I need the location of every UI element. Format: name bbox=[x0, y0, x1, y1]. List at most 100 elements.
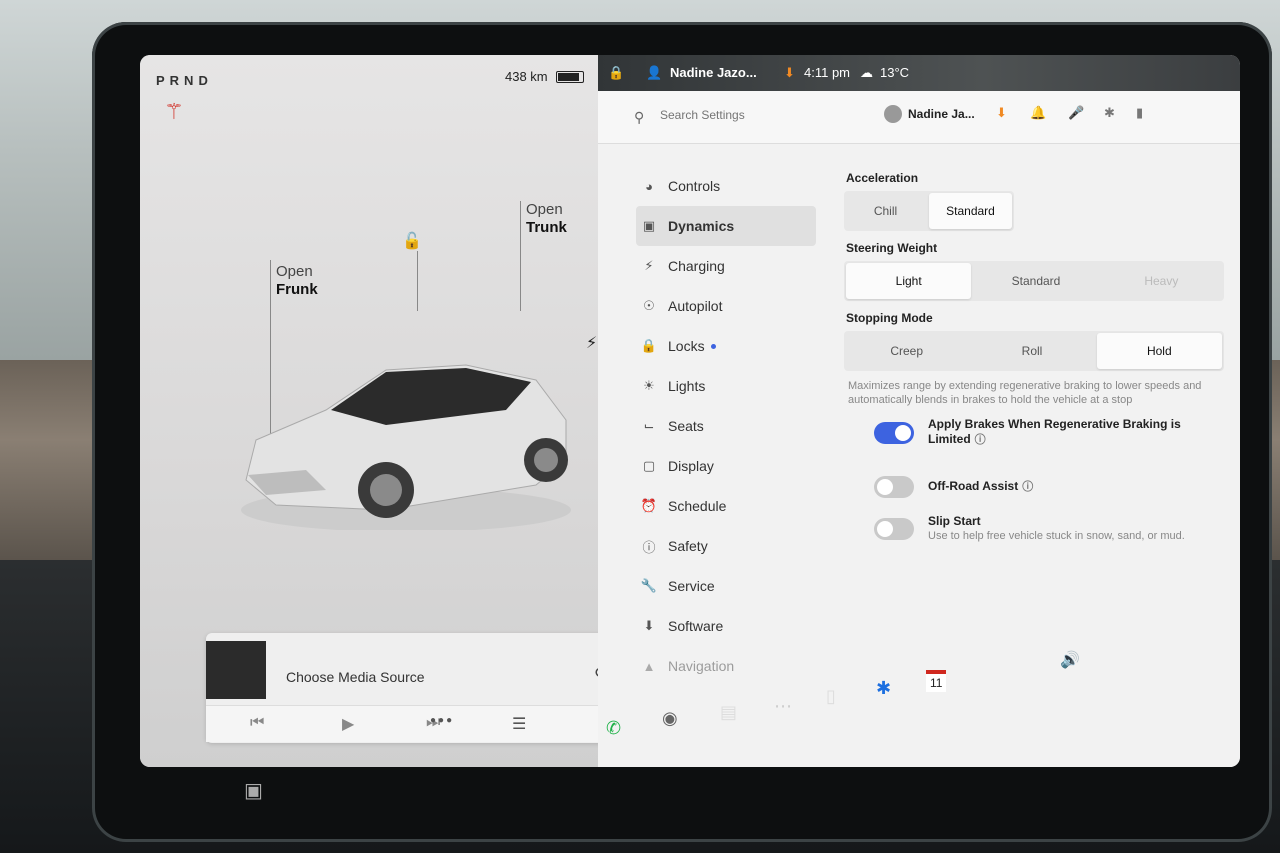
steering-option-standard[interactable]: Standard bbox=[973, 261, 1098, 301]
open-trunk-button[interactable]: Open Trunk bbox=[526, 201, 567, 237]
menu-item-controls[interactable]: ◕ Controls bbox=[636, 166, 816, 206]
menu-item-service[interactable]: 🔧 Service bbox=[636, 566, 816, 606]
unlock-icon[interactable]: 🔓 bbox=[402, 231, 422, 251]
settings-menu: ◕ Controls ▣ Dynamics ⚡ Charging ☉ Autopilot… bbox=[636, 166, 816, 686]
stopping-mode-title: Stopping Mode bbox=[846, 311, 933, 325]
calendar-icon[interactable]: 11 bbox=[926, 670, 947, 692]
acceleration-title: Acceleration bbox=[846, 171, 919, 185]
gear-indicator: PRND bbox=[156, 73, 213, 88]
menu-item-lights[interactable]: ☀ Lights bbox=[636, 366, 816, 406]
settings-header: ⚲ Nadine Ja... ⬇ 🔔 🎤 ✱ ▮ bbox=[598, 91, 1240, 144]
menu-label: Service bbox=[668, 578, 715, 594]
car-icon[interactable]: ▣ bbox=[244, 778, 263, 803]
steering-weight-selector: Light Standard Heavy bbox=[844, 261, 1224, 301]
off-road-assist-row: Off-Road Assist ⓘ bbox=[874, 476, 1224, 498]
profile-name[interactable]: Nadine Ja... bbox=[908, 107, 975, 121]
frunk-label: Frunk bbox=[276, 281, 318, 298]
info-icon[interactable]: ⓘ bbox=[1022, 481, 1033, 493]
media-source-button[interactable]: Choose Media Source bbox=[286, 669, 425, 685]
car-icon: ▣ bbox=[642, 218, 656, 233]
open-frunk-button[interactable]: Open Frunk bbox=[276, 263, 318, 299]
menu-item-navigation[interactable]: ▲ Navigation bbox=[636, 646, 816, 686]
menu-item-safety[interactable]: ⓘ Safety bbox=[636, 526, 816, 566]
acceleration-option-chill[interactable]: Chill bbox=[844, 191, 927, 231]
stopping-option-roll[interactable]: Roll bbox=[969, 331, 1094, 371]
slip-start-toggle[interactable] bbox=[874, 518, 914, 540]
clock: 4:11 pm bbox=[804, 65, 851, 80]
trunk-line bbox=[520, 201, 521, 311]
steering-option-light[interactable]: Light bbox=[846, 263, 972, 299]
bluetooth-status-icon[interactable]: ✱ bbox=[1104, 105, 1115, 121]
menu-label: Charging bbox=[668, 258, 725, 274]
menu-label: Software bbox=[668, 618, 724, 634]
menu-label: Lights bbox=[668, 378, 706, 394]
apply-brakes-row: Apply Brakes When Regenerative Braking i… bbox=[874, 417, 1224, 448]
download-icon[interactable]: ⬇ bbox=[996, 105, 1007, 121]
notification-dot bbox=[710, 343, 716, 349]
car-panel: PRND 438 km ⚚ Open Frunk Open Trunk 🔓 ⚡ bbox=[140, 55, 644, 767]
notes-icon[interactable]: ▤ bbox=[720, 702, 737, 723]
profile-icon[interactable]: 👤 bbox=[646, 65, 662, 81]
acceleration-option-standard[interactable]: Standard bbox=[929, 193, 1012, 229]
lock-icon: 🔒 bbox=[640, 338, 658, 353]
dynamics-content: Acceleration Chill Standard Steering Wei… bbox=[844, 161, 1224, 560]
frunk-open-text: Open bbox=[276, 263, 313, 280]
stopping-option-creep[interactable]: Creep bbox=[844, 331, 969, 371]
steering-option-heavy[interactable]: Heavy bbox=[1099, 261, 1224, 301]
acceleration-selector: Chill Standard bbox=[844, 191, 1014, 231]
off-road-assist-label: Off-Road Assist bbox=[928, 479, 1019, 493]
off-road-assist-toggle[interactable] bbox=[874, 476, 914, 498]
settings-search-input[interactable] bbox=[658, 107, 862, 123]
toybox-icon[interactable]: ▯ bbox=[826, 686, 836, 707]
menu-label: Controls bbox=[668, 178, 721, 194]
bell-icon[interactable]: 🔔 bbox=[1030, 105, 1046, 121]
wrench-icon: 🔧 bbox=[640, 578, 658, 593]
apply-brakes-toggle[interactable] bbox=[874, 421, 914, 444]
stopping-option-hold[interactable]: Hold bbox=[1096, 333, 1222, 369]
status-profile-name[interactable]: Nadine Jazo... bbox=[670, 65, 757, 80]
menu-item-software[interactable]: ⬇ Software bbox=[636, 606, 816, 646]
menu-item-schedule[interactable]: ⏰ Schedule bbox=[636, 486, 816, 526]
range-readout: 438 km bbox=[505, 69, 548, 84]
slip-start-description: Use to help free vehicle stuck in snow, … bbox=[928, 530, 1185, 542]
settings-panel: ⚲ Nadine Ja... ⬇ 🔔 🎤 ✱ ▮ ◕ Controls ▣ Dyna… bbox=[598, 91, 1240, 767]
weather-icon: ☁ bbox=[860, 65, 873, 80]
warning-icon: ⓘ bbox=[642, 539, 656, 555]
menu-label: Safety bbox=[668, 538, 708, 554]
steering-wheel-icon: ☉ bbox=[643, 298, 655, 313]
menu-label: Locks bbox=[668, 338, 705, 354]
temperature: 13°C bbox=[880, 65, 910, 80]
mic-icon[interactable]: 🎤 bbox=[1068, 105, 1084, 121]
menu-item-dynamics[interactable]: ▣ Dynamics bbox=[636, 206, 816, 246]
apply-brakes-label: Apply Brakes When Regenerative Braking i… bbox=[928, 417, 1181, 446]
menu-item-autopilot[interactable]: ☉ Autopilot bbox=[636, 286, 816, 326]
navigation-icon: ▲ bbox=[642, 658, 656, 674]
charge-port-icon[interactable]: ⚡ bbox=[586, 333, 597, 353]
slip-start-row: Slip Start Use to help free vehicle stuck… bbox=[874, 514, 1224, 544]
seat-icon: ⌙ bbox=[643, 418, 655, 433]
info-icon[interactable]: ⓘ bbox=[975, 434, 986, 446]
menu-item-charging[interactable]: ⚡ Charging bbox=[636, 246, 816, 286]
slip-start-label: Slip Start bbox=[928, 514, 981, 528]
menu-item-display[interactable]: ▢ Display bbox=[636, 446, 816, 486]
phone-icon[interactable]: ✆ bbox=[606, 718, 621, 739]
lock-line bbox=[417, 251, 418, 311]
download-icon: ⬇ bbox=[643, 618, 655, 633]
camera-icon[interactable]: ◉ bbox=[662, 708, 678, 729]
trunk-open-text: Open bbox=[526, 201, 563, 218]
more-apps-icon[interactable]: ⋯ bbox=[774, 696, 792, 717]
stopping-mode-selector: Creep Roll Hold bbox=[844, 331, 1224, 371]
bolt-icon: ⚡ bbox=[644, 258, 654, 273]
update-icon[interactable]: ⬇ bbox=[784, 65, 795, 81]
search-icon: ⚲ bbox=[634, 109, 645, 125]
lock-status-icon[interactable]: 🔒 bbox=[608, 65, 624, 81]
seatbelt-warning-icon: ⚚ bbox=[164, 99, 184, 124]
menu-item-seats[interactable]: ⌙ Seats bbox=[636, 406, 816, 446]
display-icon: ▢ bbox=[642, 458, 656, 473]
steering-weight-title: Steering Weight bbox=[846, 241, 938, 255]
app-dock: ✆ ◉ ▤ ⋯ ▯ ✱ 11 bbox=[140, 670, 1240, 750]
volume-icon[interactable]: 🔊 bbox=[1060, 650, 1080, 670]
bluetooth-icon[interactable]: ✱ bbox=[876, 678, 891, 699]
menu-item-locks[interactable]: 🔒 Locks bbox=[636, 326, 816, 366]
avatar[interactable] bbox=[884, 105, 902, 123]
